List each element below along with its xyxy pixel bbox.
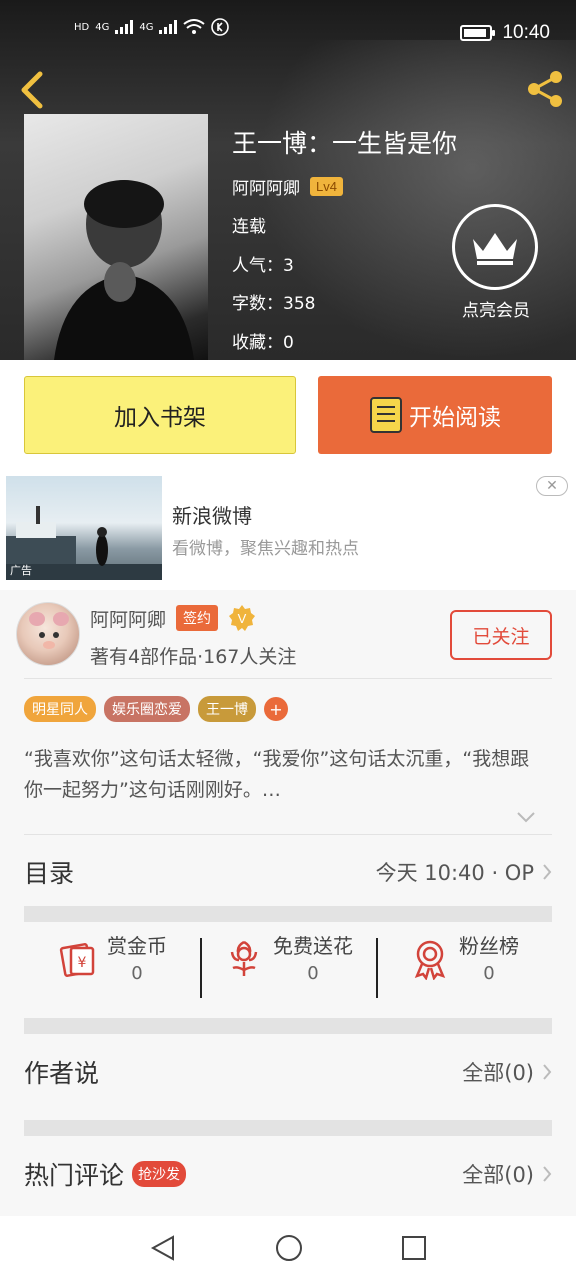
stat-label: 赏金币 xyxy=(107,934,167,958)
hot-comments-count: 全部(0) xyxy=(462,1163,534,1187)
ad-close-button[interactable]: ✕ xyxy=(536,476,568,496)
send-flower-button[interactable]: 免费送花 0 xyxy=(200,930,376,1000)
verified-icon: V xyxy=(229,605,256,631)
author-says-count: 全部(0) xyxy=(462,1061,534,1085)
chevron-right-icon xyxy=(543,864,552,880)
nav-recents-icon[interactable] xyxy=(401,1235,427,1261)
author-says-row[interactable]: 作者说 全部(0) xyxy=(24,1052,552,1092)
book-header: HD 4G 4G 10:40 王一博：一生皆是你 阿阿阿卿 Lv4 连载 人气：… xyxy=(0,0,576,360)
author-says-title: 作者说 xyxy=(24,1059,100,1088)
book-popularity: 人气：3 xyxy=(232,256,294,276)
stats-row: ¥ 赏金币 0 免费送花 0 粉丝榜 0 xyxy=(24,930,552,1000)
system-nav-bar xyxy=(0,1216,576,1280)
ad-subtitle: 看微博，聚焦兴趣和热点 xyxy=(172,539,359,559)
book-author[interactable]: 阿阿阿卿 xyxy=(232,174,300,199)
ad-title: 新浪微博 xyxy=(172,504,252,528)
status-bar: HD 4G 4G 10:40 xyxy=(0,0,576,64)
start-reading-label: 开始阅读 xyxy=(409,405,501,431)
section-separator xyxy=(24,1120,552,1136)
book-description: “我喜欢你”这句话太轻微，“我爱你”这句话太沉重，“我想跟你一起努力”这句话刚刚… xyxy=(24,748,530,801)
start-reading-button[interactable]: 开始阅读 xyxy=(318,376,552,454)
network-label-1: 4G xyxy=(95,21,110,33)
first-comment-badge[interactable]: 抢沙发 xyxy=(132,1161,187,1187)
signal-icon xyxy=(115,20,134,34)
book-status: 连载 xyxy=(232,217,266,237)
back-arrow-icon[interactable] xyxy=(14,70,50,110)
chevron-down-icon[interactable] xyxy=(516,810,536,824)
section-separator xyxy=(24,1018,552,1034)
section-separator xyxy=(24,906,552,922)
ad-tag: 广告 xyxy=(10,564,32,577)
chevron-right-icon xyxy=(543,1064,552,1080)
share-icon[interactable] xyxy=(524,68,566,110)
level-badge: Lv4 xyxy=(310,177,343,196)
author-info: 阿阿阿卿 签约 V xyxy=(90,604,256,632)
book-favorites: 收藏：0 xyxy=(232,333,294,353)
divider xyxy=(24,834,552,835)
ad-image: 广告 xyxy=(6,476,162,580)
tag-item[interactable]: 娱乐圈恋爱 xyxy=(104,696,190,722)
book-title: 王一博：一生皆是你 xyxy=(232,129,458,158)
flower-icon xyxy=(230,940,258,976)
tag-list: 明星同人 娱乐圈恋爱 王一博 + xyxy=(24,696,288,722)
coin-envelope-icon: ¥ xyxy=(59,943,95,977)
stat-label: 粉丝榜 xyxy=(459,934,519,958)
battery-icon xyxy=(460,25,496,41)
tag-item[interactable]: 明星同人 xyxy=(24,696,96,722)
author-says-count-wrap: 全部(0) xyxy=(462,1057,552,1087)
clock: 10:40 xyxy=(502,22,550,43)
cover-portrait xyxy=(54,180,194,360)
action-buttons: 加入书架 开始阅读 xyxy=(0,360,576,470)
avatar[interactable] xyxy=(16,602,80,666)
hot-comments-title: 热门评论 xyxy=(24,1161,125,1190)
signed-badge: 签约 xyxy=(176,605,219,631)
stat-value: 0 xyxy=(131,963,143,984)
book-icon xyxy=(370,397,402,433)
reward-coin-button[interactable]: ¥ 赏金币 0 xyxy=(24,930,200,1000)
status-right: 10:40 xyxy=(460,22,550,44)
hot-comments-row[interactable]: 热门评论 抢沙发 全部(0) xyxy=(24,1154,552,1194)
chevron-right-icon xyxy=(543,1166,552,1182)
stat-value: 0 xyxy=(307,963,319,984)
nav-home-icon[interactable] xyxy=(275,1234,303,1262)
book-cover[interactable] xyxy=(24,114,208,360)
add-tag-button[interactable]: + xyxy=(264,697,288,721)
signal-indicators: HD 4G 4G xyxy=(74,18,230,36)
hd-label: HD xyxy=(74,21,90,33)
add-to-shelf-button[interactable]: 加入书架 xyxy=(24,376,296,454)
details-section: 阿阿阿卿 签约 V 著有4部作品·167人关注 已关注 明星同人 娱乐圈恋爱 王… xyxy=(0,590,576,1216)
svg-text:¥: ¥ xyxy=(78,955,87,971)
crown-icon xyxy=(452,204,538,290)
catalog-update: 今天 10:40 · OP xyxy=(375,861,534,885)
ad-banner[interactable]: 广告 新浪微博 看微博，聚焦兴趣和热点 ✕ xyxy=(0,470,576,590)
nav-back-icon[interactable] xyxy=(149,1234,177,1262)
author-name[interactable]: 阿阿阿卿 xyxy=(90,605,166,632)
book-word-count: 字数：358 xyxy=(232,294,316,314)
verified-letter: V xyxy=(238,611,247,626)
fan-ranking-button[interactable]: 粉丝榜 0 xyxy=(376,930,552,1000)
divider xyxy=(24,678,552,679)
signal-icon-2 xyxy=(159,20,178,34)
stat-label: 免费送花 xyxy=(273,934,353,958)
network-label-2: 4G xyxy=(139,21,154,33)
hot-comments-title-wrap: 热门评论 抢沙发 xyxy=(24,1156,187,1192)
vip-button[interactable]: 点亮会员 xyxy=(452,204,540,321)
author-works: 著有4部作品·167人关注 xyxy=(90,646,297,668)
catalog-update-wrap: 今天 10:40 · OP xyxy=(376,857,552,887)
follow-button[interactable]: 已关注 xyxy=(450,610,552,660)
book-author-row: 阿阿阿卿 Lv4 xyxy=(232,174,343,199)
stat-value: 0 xyxy=(483,963,495,984)
tag-item[interactable]: 王一博 xyxy=(198,696,256,722)
catalog-title: 目录 xyxy=(24,859,75,888)
k-circle-icon xyxy=(211,18,230,36)
hot-comments-count-wrap: 全部(0) xyxy=(462,1159,552,1189)
catalog-row[interactable]: 目录 今天 10:40 · OP xyxy=(24,852,552,892)
wifi-icon xyxy=(183,19,206,34)
medal-icon xyxy=(414,940,446,980)
vip-label: 点亮会员 xyxy=(462,301,530,321)
